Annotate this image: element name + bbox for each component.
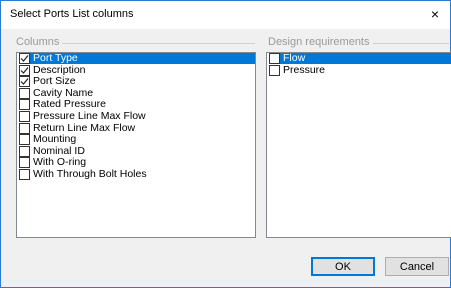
- design-group-divider: [371, 43, 449, 44]
- list-item-label: Port Type: [33, 52, 78, 64]
- list-item[interactable]: With Through Bolt Holes: [17, 167, 255, 181]
- checkbox-unchecked-icon[interactable]: [269, 64, 280, 76]
- checkbox-unchecked-icon[interactable]: [19, 99, 30, 111]
- list-item-label: Nominal ID: [33, 144, 85, 157]
- checkbox-unchecked-icon[interactable]: [19, 87, 30, 99]
- select-columns-dialog: Select Ports List columns × Columns Port…: [0, 0, 451, 288]
- list-item-label: Return Line Max Flow: [33, 121, 136, 134]
- checkbox-checked-icon[interactable]: [19, 76, 30, 88]
- columns-group-divider: [47, 43, 255, 44]
- checkbox-unchecked-icon[interactable]: [269, 53, 280, 64]
- design-group-label: Design requirements: [268, 36, 373, 48]
- checkbox-checked-icon[interactable]: [19, 64, 30, 76]
- list-item-label: Flow: [283, 52, 306, 64]
- cancel-button[interactable]: Cancel: [385, 257, 449, 276]
- checkbox-unchecked-icon[interactable]: [19, 168, 30, 180]
- list-item-label: Description: [33, 63, 86, 76]
- title-bar: Select Ports List columns ×: [1, 1, 450, 29]
- list-item[interactable]: Flow: [267, 53, 451, 65]
- dialog-title: Select Ports List columns: [10, 8, 134, 20]
- columns-list[interactable]: Port Type Description Port Size Cavity Name…: [16, 52, 256, 238]
- list-item-label: Rated Pressure: [33, 98, 106, 111]
- checkbox-checked-icon[interactable]: [19, 53, 30, 64]
- checkbox-unchecked-icon[interactable]: [19, 122, 30, 134]
- list-item[interactable]: Pressure: [267, 63, 451, 77]
- close-icon[interactable]: ×: [420, 1, 450, 29]
- columns-group-label: Columns: [16, 36, 63, 48]
- design-requirements-list[interactable]: Flow Pressure: [266, 52, 451, 238]
- checkbox-unchecked-icon[interactable]: [19, 110, 30, 122]
- list-item-label: Port Size: [33, 75, 76, 88]
- checkbox-unchecked-icon[interactable]: [19, 134, 30, 146]
- list-item-label: Pressure Line Max Flow: [33, 109, 146, 122]
- list-item[interactable]: Mounting: [17, 134, 255, 146]
- checkbox-unchecked-icon[interactable]: [19, 145, 30, 157]
- list-item-label: Cavity Name: [33, 86, 94, 99]
- list-item[interactable]: Port Type: [17, 53, 255, 65]
- list-item[interactable]: Pressure Line Max Flow: [17, 109, 255, 123]
- list-item-label: Pressure: [283, 63, 326, 76]
- list-item-label: With Through Bolt Holes: [33, 167, 147, 180]
- list-item-label: Mounting: [33, 133, 77, 146]
- list-item-label: With O-ring: [33, 156, 87, 169]
- checkbox-unchecked-icon[interactable]: [19, 157, 30, 169]
- ok-button[interactable]: OK: [311, 257, 375, 276]
